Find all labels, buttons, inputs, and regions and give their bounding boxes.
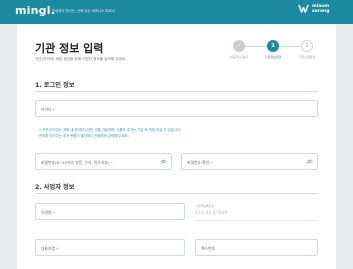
page-description: 기관(관리자) 계정 생성을 위해 사업자 정보를 입력해 주세요. — [35, 57, 127, 61]
step-label: 기관정보입력 — [264, 55, 282, 59]
biz-number-underline — [195, 220, 318, 221]
top-header-bar: mingl. 밍글에서 만나는, 신뢰 있는 비즈니스 파트너 miaum so… — [0, 0, 353, 24]
step-label: 가입신청완료 — [298, 55, 316, 59]
id-field[interactable]: 아이디 * — [35, 100, 318, 117]
fax-number-field[interactable]: 팩스번호 — [195, 239, 318, 256]
header-tagline: 밍글에서 만나는, 신뢰 있는 비즈니스 파트너 — [52, 9, 115, 13]
brand-text: miaum sorang — [312, 4, 329, 14]
required-mark: * — [210, 159, 213, 165]
step-complete: 3 가입신청완료 — [289, 40, 325, 59]
ceo-label-text: 대표자명 — [41, 245, 55, 251]
org-name-field[interactable]: 기관명 * — [35, 203, 185, 220]
id-label-text: 아이디 — [41, 106, 52, 112]
required-mark: * — [52, 209, 55, 215]
brand-name-line2: sorang — [312, 8, 330, 14]
password-confirm-field[interactable]: 비밀번호 확인 * — [181, 153, 318, 170]
step-terms: ✓ 이용약관 동의 — [221, 40, 257, 59]
signup-form-card: 기관 정보 입력 기관(관리자) 계정 생성을 위해 사업자 정보를 입력해 주… — [17, 24, 336, 269]
ceo-name-field-label: 대표자명 * — [41, 246, 58, 252]
mingl-logo[interactable]: mingl. — [15, 4, 55, 17]
step-number: 3 — [301, 40, 313, 52]
required-mark: * — [52, 106, 55, 112]
required-mark: * — [110, 159, 113, 165]
org-name-field-label: 기관명 * — [41, 210, 55, 216]
login-section-title: 1. 로그인 정보 — [35, 82, 75, 89]
step-check-icon: ✓ — [233, 40, 245, 52]
biz-number-caption: 사업자등록번호 — [195, 204, 215, 208]
password-label-text: 비밀번호(8~20자의 영문, 숫자, 특수기호) — [41, 159, 110, 165]
fax-label-text: 팩스번호 — [201, 245, 215, 251]
id-hint-line1: • 기관 아이디는 계정 내 관리자 1인만 사용 가능하며, 사용자 추가는 … — [39, 128, 182, 132]
page-title: 기관 정보 입력 — [35, 42, 104, 55]
business-section-title: 2. 사업자 정보 — [35, 184, 75, 191]
show-password-eye-icon[interactable] — [160, 159, 167, 164]
id-hint-line2: 관리자 아이디는 추후 변경이 불가하니 신중하게 입력해 주세요. — [39, 134, 129, 138]
required-mark: * — [56, 245, 59, 251]
step-org-info: 2 기관정보입력 — [255, 40, 291, 59]
section-divider — [35, 193, 318, 194]
brand-logo-icon — [298, 4, 309, 13]
step-number: 2 — [267, 40, 279, 52]
brand-name-line1: miaum — [312, 3, 330, 9]
ceo-name-field[interactable]: 대표자명 * — [35, 239, 185, 256]
id-field-label: 아이디 * — [41, 107, 55, 113]
partner-brand[interactable]: miaum sorang — [298, 3, 329, 14]
section-divider — [35, 91, 318, 92]
signup-stepper: ✓ 이용약관 동의 2 기관정보입력 3 가입신청완료 — [221, 40, 321, 70]
show-password-confirm-eye-icon[interactable] — [306, 159, 313, 164]
password-field[interactable]: 비밀번호(8~20자의 영문, 숫자, 특수기호) * — [35, 153, 172, 170]
biz-number-field: 사업자등록번호 123-45-67890 — [195, 204, 318, 221]
biz-number-value: 123-45-67890 — [195, 211, 228, 216]
password-confirm-label-text: 비밀번호 확인 — [187, 159, 210, 165]
step-label: 이용약관 동의 — [230, 55, 248, 59]
password-confirm-field-label: 비밀번호 확인 * — [187, 160, 212, 166]
org-name-label-text: 기관명 — [41, 209, 52, 215]
password-field-label: 비밀번호(8~20자의 영문, 숫자, 특수기호) * — [41, 160, 112, 166]
